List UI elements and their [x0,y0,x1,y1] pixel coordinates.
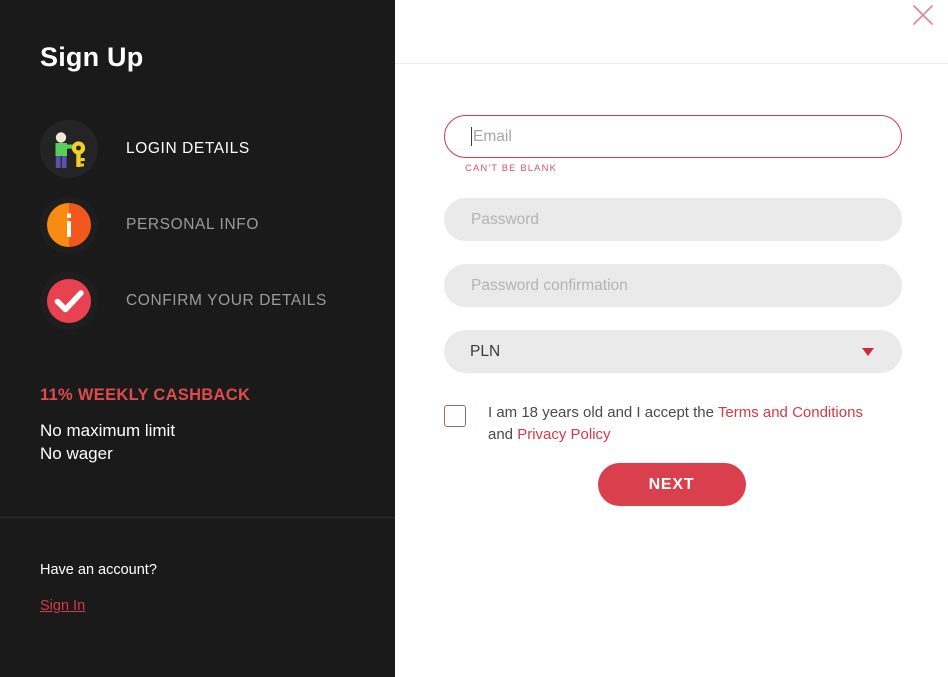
password-confirmation-input[interactable]: Password confirmation [444,264,902,307]
sidebar-step-confirm-details[interactable]: CONFIRM YOUR DETAILS [40,270,370,332]
close-icon [913,5,933,25]
password-input[interactable]: Password [444,198,902,241]
email-placeholder: Email [473,127,512,145]
chevron-down-icon [862,347,874,356]
password-confirmation-placeholder: Password confirmation [471,276,628,294]
person-with-key-icon [40,120,98,178]
check-circle-icon [40,272,98,330]
currency-select[interactable]: PLN [444,330,902,373]
next-button[interactable]: NEXT [597,463,746,506]
signup-form: Email CAN'T BE BLANK Password Password c… [444,115,902,446]
close-button[interactable] [909,1,937,29]
signup-sidebar: Sign Up LOGIN DETAILS PERSONAL INFO CONF… [0,0,395,677]
terms-text-middle: and [488,426,518,443]
password-confirmation-field-group: Password confirmation [444,264,902,307]
email-error-message: CAN'T BE BLANK [465,163,558,174]
info-circle-icon [40,196,98,254]
sidebar-step-label: CONFIRM YOUR DETAILS [126,292,327,309]
sidebar-step-label: LOGIN DETAILS [126,140,250,157]
signup-form-panel: Email CAN'T BE BLANK Password Password c… [395,0,948,677]
sign-in-link[interactable]: Sign In [40,598,85,614]
email-field-group: Email CAN'T BE BLANK [444,115,902,174]
panel-header-divider [395,63,948,64]
cashback-promo: 11% WEEKLY CASHBACK No maximum limit No … [40,386,370,465]
password-field-group: Password [444,198,902,241]
step-list: LOGIN DETAILS PERSONAL INFO CONFIRM YOUR… [40,118,370,346]
have-account-label: Have an account? [40,562,157,578]
password-placeholder: Password [471,210,540,228]
sidebar-step-login-details[interactable]: LOGIN DETAILS [40,118,370,180]
terms-and-conditions-link[interactable]: Terms and Conditions [718,404,863,421]
page-title: Sign Up [40,42,144,72]
promo-title: 11% WEEKLY CASHBACK [40,386,251,404]
sidebar-step-personal-info[interactable]: PERSONAL INFO [40,194,370,256]
sidebar-step-label: PERSONAL INFO [126,216,259,233]
promo-line-1: No maximum limit [40,421,176,440]
signup-modal: Sign Up LOGIN DETAILS PERSONAL INFO CONF… [0,0,948,677]
submit-row: NEXT [395,463,948,506]
sidebar-divider [0,517,395,518]
existing-account-block: Have an account? Sign In [40,562,370,615]
email-input[interactable]: Email [444,115,902,158]
privacy-policy-link[interactable]: Privacy Policy [517,426,610,443]
promo-line-2: No wager [40,444,113,463]
terms-text: I am 18 years old and I accept the Terms… [488,402,888,446]
terms-acceptance-row: I am 18 years old and I accept the Terms… [444,402,902,446]
terms-checkbox[interactable] [444,405,466,427]
terms-text-before: I am 18 years old and I accept the [488,404,718,421]
text-caret [471,127,472,146]
currency-selected-value: PLN [470,342,501,360]
